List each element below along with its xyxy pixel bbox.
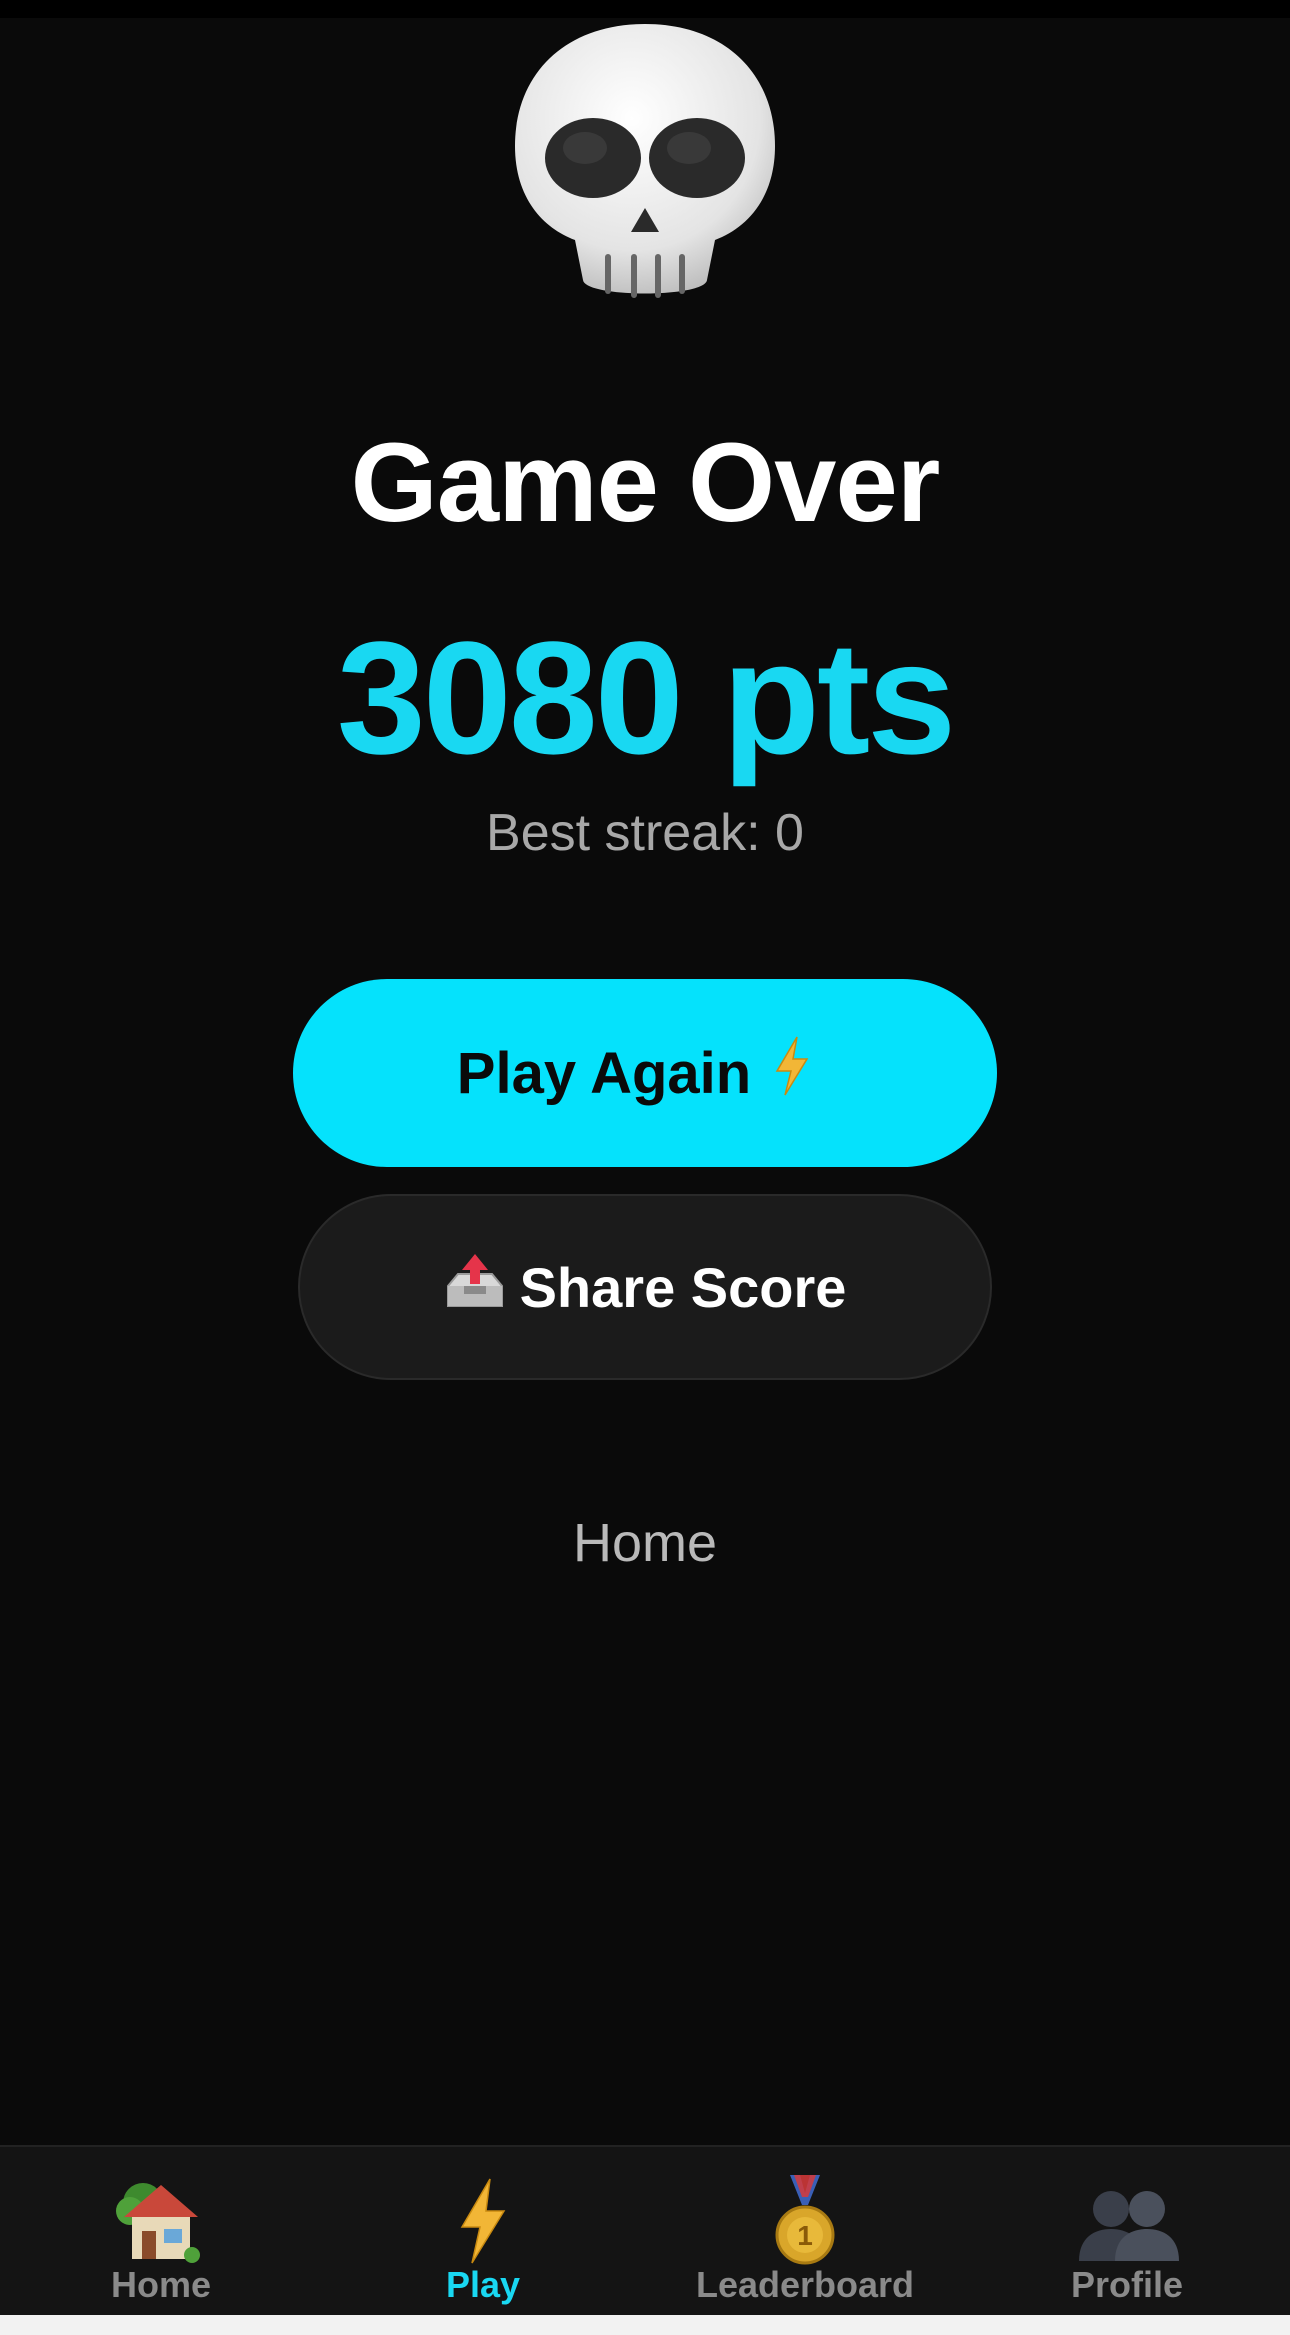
tab-home-label: Home — [110, 2264, 212, 2305]
page-title: Game Over — [350, 420, 941, 545]
best-streak-text: Best streak: 0 — [486, 804, 804, 862]
house-icon — [0, 2175, 322, 2265]
outbox-tray-icon — [444, 1252, 506, 1323]
share-score-button[interactable]: Share Score — [298, 1194, 992, 1380]
tab-home[interactable]: Home — [0, 2147, 322, 2315]
score-value: 3080 pts — [336, 608, 956, 787]
lightning-icon — [322, 2175, 644, 2265]
play-again-label: Play Again — [456, 1040, 752, 1106]
tab-profile[interactable]: Profile — [966, 2147, 1288, 2315]
tab-leaderboard[interactable]: 1 Leaderboard — [644, 2147, 966, 2315]
tab-play-label: Play — [445, 2264, 521, 2305]
system-nav-strip — [0, 2315, 1290, 2335]
play-again-button[interactable]: Play Again — [293, 979, 997, 1167]
home-link[interactable]: Home — [0, 1508, 1290, 1578]
bottom-tab-bar: Home Play 1 Leaderboard Profile — [0, 2145, 1290, 2315]
tab-profile-label: Profile — [1070, 2264, 1184, 2305]
svg-text:1: 1 — [797, 2220, 813, 2251]
medal-icon: 1 — [644, 2175, 966, 2265]
skull-icon — [505, 18, 785, 318]
tab-leaderboard-label: Leaderboard — [695, 2264, 915, 2305]
share-score-label: Share Score — [519, 1255, 847, 1319]
lightning-icon — [773, 1035, 811, 1111]
tab-play[interactable]: Play — [322, 2147, 644, 2315]
game-over-screen: Game Over 3080 pts Best streak: 0 Play A… — [0, 18, 1290, 2145]
status-bar — [0, 0, 1290, 18]
people-icon — [966, 2175, 1288, 2265]
